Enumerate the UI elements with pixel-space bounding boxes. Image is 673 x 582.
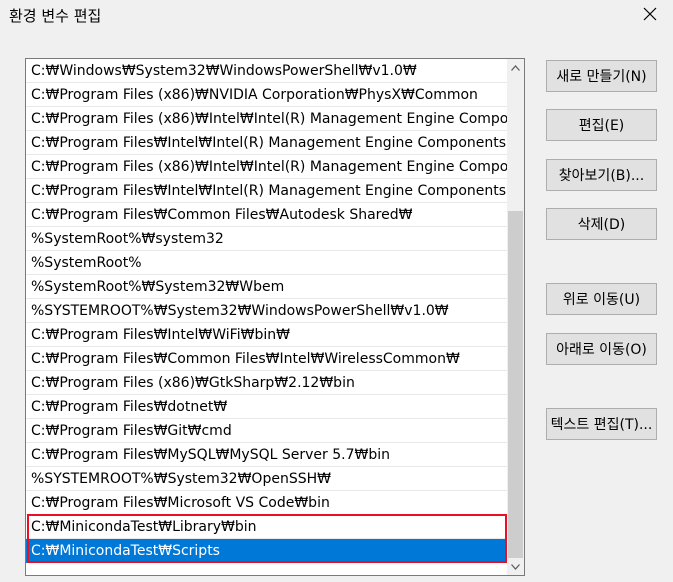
list-item[interactable]: C:₩Program Files (x86)₩NVIDIA Corporatio…: [26, 83, 507, 107]
close-icon: [643, 7, 657, 21]
edit-button[interactable]: 편집(E): [546, 109, 657, 141]
edit-text-button[interactable]: 텍스트 편집(T)...: [546, 408, 657, 440]
scroll-down-button[interactable]: [507, 558, 524, 575]
move-up-button[interactable]: 위로 이동(U): [546, 283, 657, 315]
list-item[interactable]: %SystemRoot%₩System32₩Wbem: [26, 275, 507, 299]
scroll-thumb[interactable]: [508, 211, 523, 558]
title-bar: 환경 변수 편집: [0, 0, 673, 28]
new-button[interactable]: 새로 만들기(N): [546, 60, 657, 92]
window-title: 환경 변수 편집: [9, 7, 102, 25]
list-item[interactable]: %SystemRoot%: [26, 251, 507, 275]
list-item[interactable]: C:₩Program Files (x86)₩Intel₩Intel(R) Ma…: [26, 155, 507, 179]
vertical-scrollbar[interactable]: [507, 59, 524, 575]
list-item[interactable]: C:₩Program Files₩dotnet₩: [26, 395, 507, 419]
list-item[interactable]: C:₩MinicondaTest₩Scripts: [26, 539, 507, 563]
move-down-button[interactable]: 아래로 이동(O): [546, 333, 657, 365]
list-item[interactable]: C:₩Program Files (x86)₩GtkSharp₩2.12₩bin: [26, 371, 507, 395]
chevron-down-icon: [511, 563, 520, 570]
delete-button[interactable]: 삭제(D): [546, 208, 657, 240]
list-item[interactable]: C:₩Program Files₩Intel₩WiFi₩bin₩: [26, 323, 507, 347]
list-item[interactable]: C:₩Program Files₩MySQL₩MySQL Server 5.7₩…: [26, 443, 507, 467]
list-item[interactable]: C:₩Program Files₩Microsoft VS Code₩bin: [26, 491, 507, 515]
list-item[interactable]: C:₩MinicondaTest₩Library₩bin: [26, 515, 507, 539]
list-item[interactable]: %SystemRoot%₩system32: [26, 227, 507, 251]
list-item[interactable]: C:₩Program Files₩Common Files₩Intel₩Wire…: [26, 347, 507, 371]
chevron-up-icon: [511, 64, 520, 71]
browse-button[interactable]: 찾아보기(B)...: [546, 159, 657, 191]
list-item[interactable]: C:₩Program Files₩Git₩cmd: [26, 419, 507, 443]
close-button[interactable]: [627, 0, 673, 28]
path-listbox[interactable]: C:₩Windows₩System32₩WindowsPowerShell₩v1…: [25, 58, 525, 576]
list-item[interactable]: %SYSTEMROOT%₩System32₩OpenSSH₩: [26, 467, 507, 491]
list-item[interactable]: C:₩Windows₩System32₩WindowsPowerShell₩v1…: [26, 59, 507, 83]
list-item[interactable]: C:₩Program Files₩Common Files₩Autodesk S…: [26, 203, 507, 227]
scroll-up-button[interactable]: [507, 59, 524, 76]
list-item[interactable]: C:₩Program Files₩Intel₩Intel(R) Manageme…: [26, 179, 507, 203]
list-item[interactable]: C:₩Program Files₩Intel₩Intel(R) Manageme…: [26, 131, 507, 155]
list-item[interactable]: %SYSTEMROOT%₩System32₩WindowsPowerShell₩…: [26, 299, 507, 323]
list-item[interactable]: C:₩Program Files (x86)₩Intel₩Intel(R) Ma…: [26, 107, 507, 131]
